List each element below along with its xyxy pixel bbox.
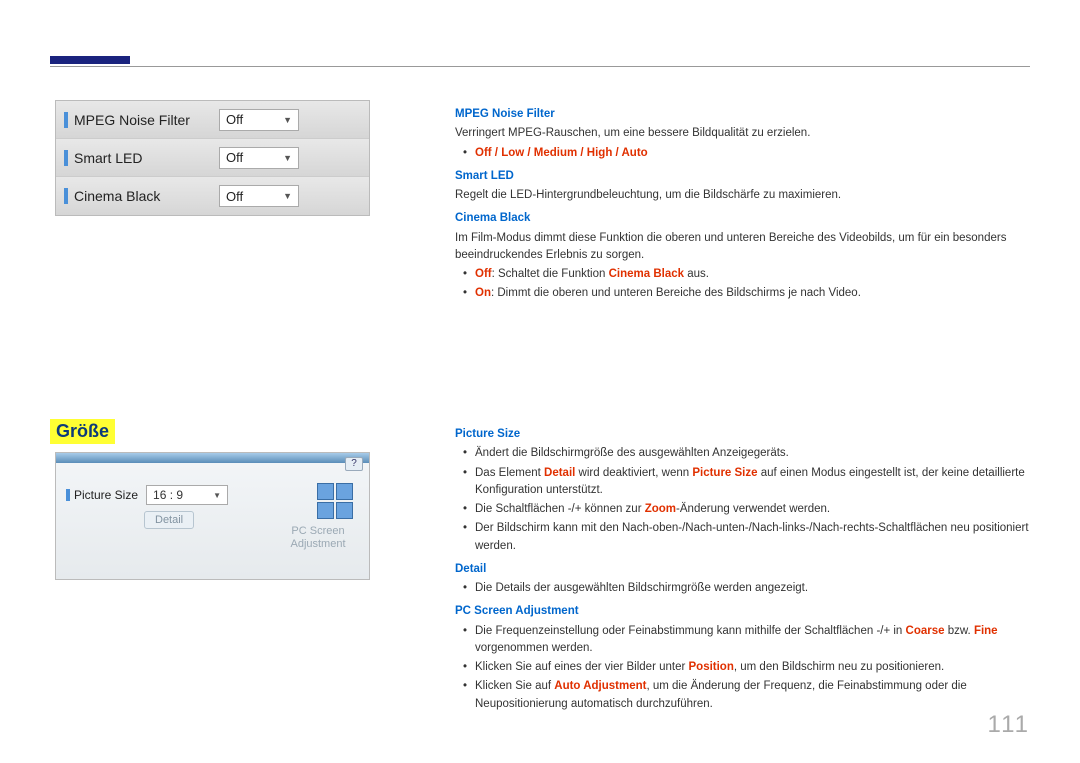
menu-label: Smart LED (74, 150, 219, 166)
indicator-icon (64, 188, 68, 204)
cinema-off-item: Off: Schaltet die Funktion Cinema Black … (455, 266, 1030, 283)
heading-cinema: Cinema Black (455, 210, 1030, 227)
section-heading-size: Größe (50, 419, 115, 444)
dropdown-value: Off (226, 150, 243, 165)
pcs-item-3: Klicken Sie auf Auto Adjustment, um die … (455, 678, 1030, 713)
text-column-lower: Picture Size Ändert die Bildschirmgröße … (455, 420, 1030, 715)
picture-size-label: Picture Size (66, 488, 138, 502)
menu-label: Cinema Black (74, 188, 219, 204)
heading-picturesize: Picture Size (455, 426, 1030, 443)
dropdown-smartled[interactable]: Off ▼ (219, 147, 299, 169)
chevron-down-icon: ▼ (213, 491, 221, 500)
desc-smartled: Regelt die LED-Hintergrundbeleuchtung, u… (455, 187, 1030, 204)
desc-cinema: Im Film-Modus dimmt diese Funktion die o… (455, 230, 1030, 265)
ps-item-4: Der Bildschirm kann mit den Nach-oben-/N… (455, 520, 1030, 555)
pc-screen-adjustment-label: PC Screen Adjustment (283, 525, 353, 551)
menu-row-smartled: Smart LED Off ▼ (56, 139, 369, 177)
picture-size-row: Picture Size 16 : 9 ▼ (66, 485, 359, 505)
heading-smartled: Smart LED (455, 168, 1030, 185)
menu-label: MPEG Noise Filter (74, 112, 219, 128)
menu-figure-noise: MPEG Noise Filter Off ▼ Smart LED Off ▼ … (55, 100, 370, 216)
dropdown-mpeg[interactable]: Off ▼ (219, 109, 299, 131)
chevron-down-icon: ▼ (283, 191, 292, 201)
pcs-item-1: Die Frequenzeinstellung oder Feinabstimm… (455, 623, 1030, 658)
heading-mpeg: MPEG Noise Filter (455, 106, 1030, 123)
picture-size-value: 16 : 9 (153, 488, 183, 502)
horizontal-rule (50, 66, 1030, 67)
dropdown-value: Off (226, 189, 243, 204)
picture-size-select[interactable]: 16 : 9 ▼ (146, 485, 228, 505)
ps-item-1: Ändert die Bildschirmgröße des ausgewähl… (455, 445, 1030, 462)
menu-row-cinema: Cinema Black Off ▼ (56, 177, 369, 215)
detail-button[interactable]: Detail (144, 511, 194, 529)
help-icon[interactable]: ? (345, 457, 363, 471)
ps-item-2: Das Element Detail wird deaktiviert, wen… (455, 465, 1030, 500)
menu-figure-size: ? Picture Size 16 : 9 ▼ Detail PC Screen… (55, 452, 370, 580)
menu-row-mpeg: MPEG Noise Filter Off ▼ (56, 101, 369, 139)
chevron-down-icon: ▼ (283, 153, 292, 163)
position-grid-icon[interactable] (317, 483, 353, 519)
pcs-item-2: Klicken Sie auf eines der vier Bilder un… (455, 659, 1030, 676)
indicator-icon (64, 112, 68, 128)
dropdown-cinema[interactable]: Off ▼ (219, 185, 299, 207)
chevron-down-icon: ▼ (283, 115, 292, 125)
page-number: 111 (988, 711, 1030, 739)
header-accent-bar (50, 56, 130, 64)
cinema-on-item: On: Dimmt die oberen und unteren Bereich… (455, 285, 1030, 302)
desc-mpeg: Verringert MPEG-Rauschen, um eine besser… (455, 125, 1030, 142)
indicator-icon (64, 150, 68, 166)
heading-detail: Detail (455, 561, 1030, 578)
detail-item-1: Die Details der ausgewählten Bildschirmg… (455, 580, 1030, 597)
dropdown-value: Off (226, 112, 243, 127)
heading-pcscreen: PC Screen Adjustment (455, 603, 1030, 620)
ps-item-3: Die Schaltflächen -/+ können zur Zoom-Än… (455, 501, 1030, 518)
options-mpeg: Off / Low / Medium / High / Auto (455, 145, 1030, 162)
text-column-upper: MPEG Noise Filter Verringert MPEG-Rausch… (455, 100, 1030, 305)
